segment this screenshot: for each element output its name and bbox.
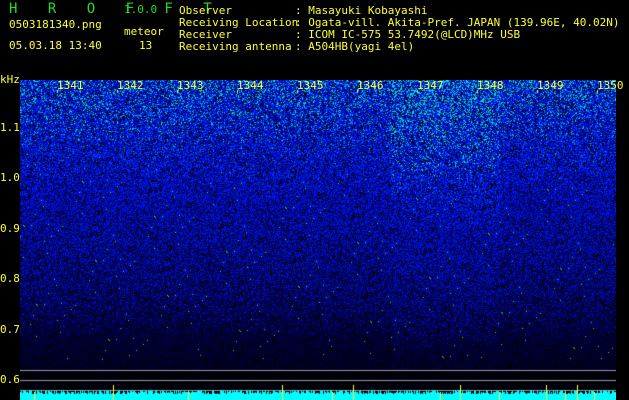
- freq-label: 0.7: [0, 322, 20, 336]
- app-version: 1.0.0: [124, 3, 158, 16]
- info-value: : A504HB(yagi 4el): [295, 40, 415, 53]
- axis-unit: kHz: [0, 73, 20, 86]
- minute-label: 1349: [537, 79, 564, 92]
- info-label: Receiving antenna: [179, 40, 292, 53]
- minute-label: 1348: [477, 79, 504, 92]
- minute-label: 1341: [57, 79, 84, 92]
- minute-label: 1345: [297, 79, 324, 92]
- freq-label: 1.0: [0, 171, 20, 185]
- freq-label: 1.1: [0, 121, 20, 134]
- meteor-count: 13: [139, 39, 153, 52]
- datetime: 05.03.18 13:40: [9, 39, 102, 52]
- filename: 0503181340.png: [9, 18, 102, 31]
- freq-label: 0.9: [0, 221, 20, 235]
- meteor-label: meteor: [124, 25, 164, 38]
- spectrogram: [20, 80, 616, 400]
- freq-label: 0.6: [0, 373, 20, 386]
- freq-label: 0.8: [0, 272, 20, 286]
- minute-label: 1350: [597, 79, 624, 92]
- minute-label: 1344: [237, 79, 264, 92]
- minute-label: 1343: [177, 79, 204, 92]
- minute-label: 1342: [117, 79, 144, 92]
- minute-label: 1346: [357, 79, 384, 92]
- minute-label: 1347: [417, 79, 444, 92]
